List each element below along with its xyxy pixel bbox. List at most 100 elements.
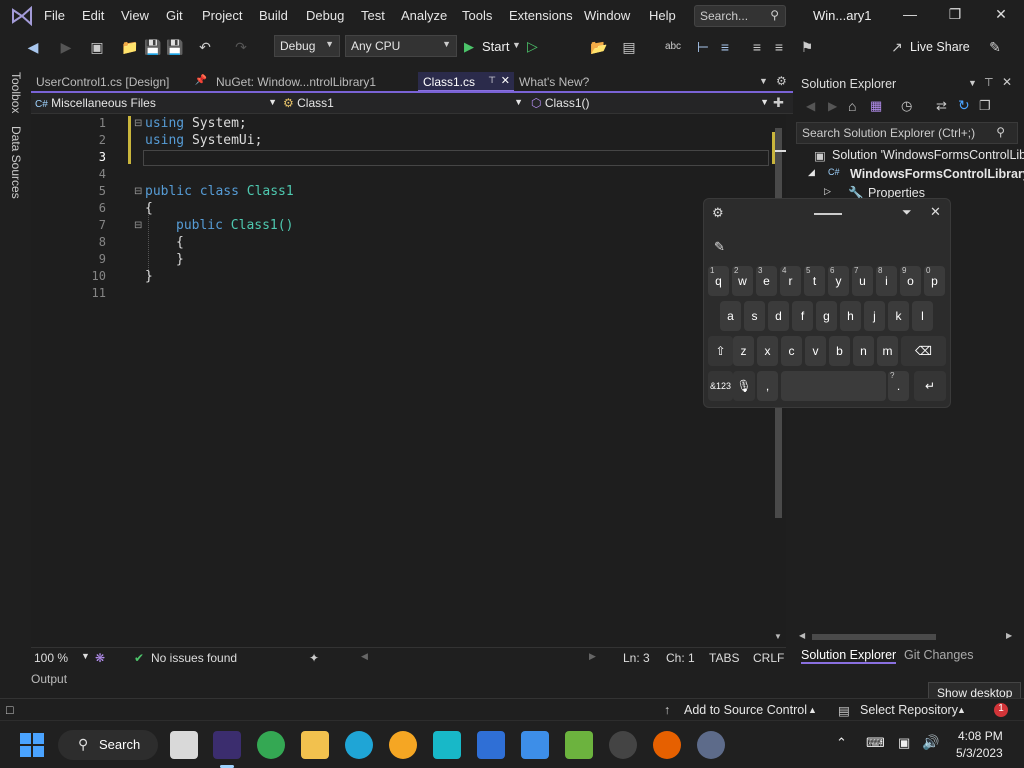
menu-extensions[interactable]: Extensions xyxy=(509,8,573,23)
chrome-icon[interactable] xyxy=(257,731,285,759)
switch-views-icon[interactable]: ▦ xyxy=(870,98,882,114)
drag-handle[interactable] xyxy=(814,213,842,215)
menu-analyze[interactable]: Analyze xyxy=(401,8,447,23)
pin-icon[interactable]: 📌 xyxy=(195,75,207,86)
toolbox-tab[interactable]: Toolbox xyxy=(9,72,23,113)
chevron-down-icon[interactable]: ▼ xyxy=(968,78,977,88)
indent-icon[interactable]: ≡ xyxy=(748,38,766,56)
task-view-icon[interactable] xyxy=(170,731,198,759)
comma-key[interactable]: , xyxy=(757,371,778,401)
taskbar-search[interactable]: ⚲ Search xyxy=(58,730,158,760)
outdent-icon[interactable]: ≡ xyxy=(770,38,788,56)
menu-debug[interactable]: Debug xyxy=(306,8,344,23)
scroll-left-icon[interactable]: ◀ xyxy=(361,651,368,662)
collapse-icon[interactable]: ⊟ xyxy=(134,220,142,231)
save-all-icon[interactable]: 💾 xyxy=(166,38,184,56)
key-a[interactable]: a xyxy=(720,301,741,331)
menu-git[interactable]: Git xyxy=(166,8,183,23)
menu-file[interactable]: File xyxy=(44,8,65,23)
file-explorer-icon[interactable] xyxy=(301,731,329,759)
code-editor[interactable]: 1 2 3 4 5 6 7 8 9 10 11 ⊟ ⊟ ⊟ using Syst… xyxy=(31,114,786,647)
spellcheck-icon[interactable]: abc xyxy=(664,38,682,56)
align-icon[interactable]: ⊢ xyxy=(694,38,712,56)
undo-icon[interactable]: ↶ xyxy=(196,38,214,56)
menu-tools[interactable]: Tools xyxy=(462,8,492,23)
media-player-icon[interactable] xyxy=(609,731,637,759)
column-indicator[interactable]: Ch: 1 xyxy=(666,651,695,665)
key-k[interactable]: k xyxy=(888,301,909,331)
key-c[interactable]: c xyxy=(781,336,802,366)
maximize-button[interactable]: ❐ xyxy=(942,6,968,26)
key-w[interactable]: 2w xyxy=(732,266,753,296)
windows-start-icon[interactable] xyxy=(20,733,44,757)
microphone-icon[interactable]: 🎙 xyxy=(733,371,755,401)
start-dropdown-icon[interactable]: ▼ xyxy=(512,40,521,50)
copilot-icon[interactable]: ❋ xyxy=(95,651,105,665)
close-tab-icon[interactable]: ✕ xyxy=(501,74,510,87)
numbers-key[interactable]: &123 xyxy=(708,371,733,401)
scroll-right-icon[interactable]: ▶ xyxy=(589,651,596,662)
start-icon[interactable]: ▶ xyxy=(464,39,474,55)
start-button[interactable]: Start xyxy=(482,39,509,54)
backspace-key[interactable]: ⌫ xyxy=(901,336,946,366)
expand-icon[interactable]: ◢ xyxy=(808,167,815,178)
tree-solution[interactable]: Solution 'WindowsFormsControlLib xyxy=(832,148,1024,162)
key-p[interactable]: 0p xyxy=(924,266,945,296)
key-r[interactable]: 4r xyxy=(780,266,801,296)
keyboard-icon[interactable]: ⌨ xyxy=(866,735,885,751)
key-z[interactable]: z xyxy=(733,336,754,366)
key-b[interactable]: b xyxy=(829,336,850,366)
code-cleanup-icon[interactable]: ✦ xyxy=(309,651,319,665)
data-sources-tab[interactable]: Data Sources xyxy=(9,126,23,199)
chevron-down-icon[interactable]: ▼ xyxy=(81,651,90,661)
key-g[interactable]: g xyxy=(816,301,837,331)
settings-icon[interactable] xyxy=(697,731,725,759)
menu-view[interactable]: View xyxy=(121,8,149,23)
key-n[interactable]: n xyxy=(853,336,874,366)
back-icon[interactable]: ◀ xyxy=(24,38,42,56)
key-i[interactable]: 8i xyxy=(876,266,897,296)
tab-list-icon[interactable]: ▼ xyxy=(759,76,768,86)
key-q[interactable]: 1q xyxy=(708,266,729,296)
minimize-button[interactable]: — xyxy=(897,6,923,26)
key-f[interactable]: f xyxy=(792,301,813,331)
live-share-icon[interactable]: ↗ xyxy=(888,38,906,56)
clock-time[interactable]: 4:08 PM xyxy=(958,729,1003,743)
tab-git-changes[interactable]: Git Changes xyxy=(904,648,973,662)
firefox-icon[interactable] xyxy=(653,731,681,759)
key-e[interactable]: 3e xyxy=(756,266,777,296)
expand-icon[interactable]: ▷ xyxy=(824,186,831,197)
tree-project[interactable]: WindowsFormsControlLibrary1 xyxy=(850,167,1024,181)
key-m[interactable]: m xyxy=(877,336,898,366)
home-icon[interactable]: ⌂ xyxy=(848,98,856,114)
key-u[interactable]: 7u xyxy=(852,266,873,296)
scroll-right-icon[interactable]: ▶ xyxy=(1006,631,1012,640)
zoom-level[interactable]: 100 % xyxy=(34,651,68,665)
sync-icon[interactable]: ⇄ xyxy=(936,98,947,114)
horizontal-scrollbar[interactable]: ◀ ▶ xyxy=(796,630,1018,644)
line-indicator[interactable]: Ln: 3 xyxy=(623,651,650,665)
menu-build[interactable]: Build xyxy=(259,8,288,23)
notepad-plus-icon[interactable] xyxy=(565,731,593,759)
key-s[interactable]: s xyxy=(744,301,765,331)
key-v[interactable]: v xyxy=(805,336,826,366)
forward-icon[interactable]: ▶ xyxy=(57,38,75,56)
platform-dropdown[interactable]: Any CPU ▼ xyxy=(345,35,457,57)
save-icon[interactable]: 💾 xyxy=(144,38,162,56)
issues-status[interactable]: No issues found xyxy=(151,651,237,665)
notification-area-icon[interactable]: □ xyxy=(6,703,14,717)
key-x[interactable]: x xyxy=(757,336,778,366)
split-editor-icon[interactable]: ✚ xyxy=(773,95,784,111)
pin-icon[interactable]: ⊤ xyxy=(488,75,496,86)
tab-usercontrol1-design[interactable]: UserControl1.cs [Design] 📌 xyxy=(31,72,211,92)
close-icon[interactable]: ✕ xyxy=(930,204,941,220)
volume-icon[interactable]: 🔊 xyxy=(922,734,939,751)
menu-window[interactable]: Window xyxy=(584,8,630,23)
tab-nuget[interactable]: NuGet: Window...ntrolLibrary1 xyxy=(211,72,418,92)
key-y[interactable]: 6y xyxy=(828,266,849,296)
display-icon[interactable]: ▣ xyxy=(898,735,910,751)
line-endings[interactable]: CRLF xyxy=(753,651,784,665)
key-t[interactable]: 5t xyxy=(804,266,825,296)
feedback-icon[interactable]: ✎ xyxy=(986,38,1004,56)
key-h[interactable]: h xyxy=(840,301,861,331)
